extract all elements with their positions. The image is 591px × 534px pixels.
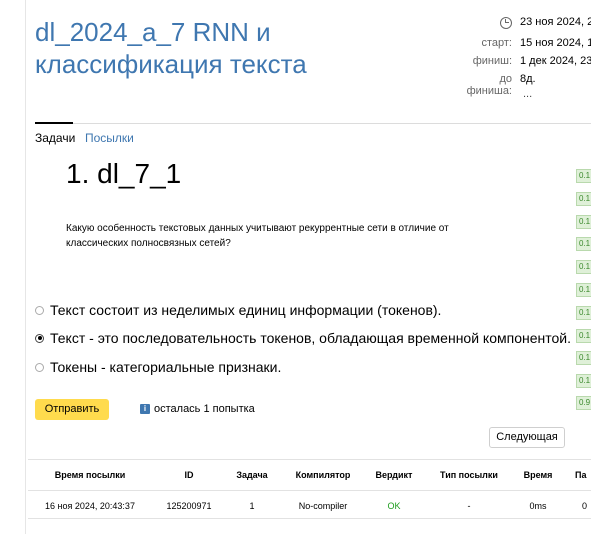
tabs-divider [35,123,591,124]
current-time: 23 ноя 2024, 2 [520,16,591,28]
answer-option-label: Текст состоит из неделимых единиц информ… [50,302,442,318]
score-badge[interactable]: 0.1 [576,329,591,343]
answer-option-label: Токены - категориальные признаки. [50,359,282,375]
problem-statement: Какую особенность текстовых данных учиты… [66,223,449,249]
answer-option-label: Текст - это последовательность токенов, … [50,330,571,346]
cell-time: 16 ноя 2024, 20:43:37 [45,501,135,511]
score-badge[interactable]: 0.1 [576,215,591,229]
active-tab-underline [35,122,73,124]
column-header-verdict: Вердикт [375,470,413,480]
more-dots[interactable]: ... [523,88,532,100]
score-badge[interactable]: 0.1 [576,237,591,251]
answer-option-2[interactable]: Текст - это последовательность токенов, … [35,330,571,346]
cell-verdict[interactable]: OK [370,501,418,511]
score-badge[interactable]: 0.1 [576,260,591,274]
column-header-compiler: Компилятор [295,470,351,480]
contest-title[interactable]: dl_2024_a_7 RNN и классификация текста [35,16,335,80]
column-header-type: Тип посылки [440,470,498,480]
remaining-label: до финиша: [466,73,512,97]
score-badge[interactable]: 0.1 [576,169,591,183]
start-label: старт: [481,37,512,49]
next-problem-button[interactable]: Следующая [489,427,565,448]
table-bottom-line [28,518,591,519]
clock-icon [500,17,512,29]
score-badge[interactable]: 0.9 [576,396,591,410]
score-badge[interactable]: 0.1 [576,306,591,320]
remaining-value: 8д. [520,73,536,85]
column-header-memory: Па [575,470,587,480]
cell-type: - [467,501,471,511]
column-header-time: Время посылки [54,470,126,480]
cell-memory: 0 [582,501,588,511]
cell-task[interactable]: 1 [230,501,274,511]
radio-button[interactable] [35,305,44,315]
score-badge[interactable]: 0.1 [576,374,591,388]
attempts-left-text: осталась 1 попытка [154,403,255,415]
radio-button[interactable] [35,362,44,372]
score-badge[interactable]: 0.1 [576,283,591,297]
table-top-line [28,459,591,460]
score-badge[interactable]: 0.1 [576,192,591,206]
radio-button-selected[interactable] [35,333,44,343]
score-badge[interactable]: 0.1 [576,351,591,365]
column-header-id: ID [184,470,194,480]
finish-value: 1 дек 2024, 23 [520,55,591,67]
cell-exec-time: 0ms [529,501,547,511]
info-icon: i [140,404,150,414]
problem-title: 1. dl_7_1 [66,158,182,189]
table-header-line [28,490,591,491]
column-header-task: Задача [236,470,268,480]
column-header-exec-time: Время [523,470,553,480]
submit-button[interactable]: Отправить [35,399,109,420]
cell-id[interactable]: 125200971 [160,501,218,511]
start-value: 15 ноя 2024, 1 [520,37,591,49]
tab-tasks[interactable]: Задачи [35,131,75,145]
answer-option-1[interactable]: Текст состоит из неделимых единиц информ… [35,302,441,318]
finish-label: финиш: [472,55,512,67]
cell-compiler: No-compiler [298,501,348,511]
answer-option-3[interactable]: Токены - категориальные признаки. [35,359,281,375]
tab-submissions[interactable]: Посылки [85,131,134,145]
